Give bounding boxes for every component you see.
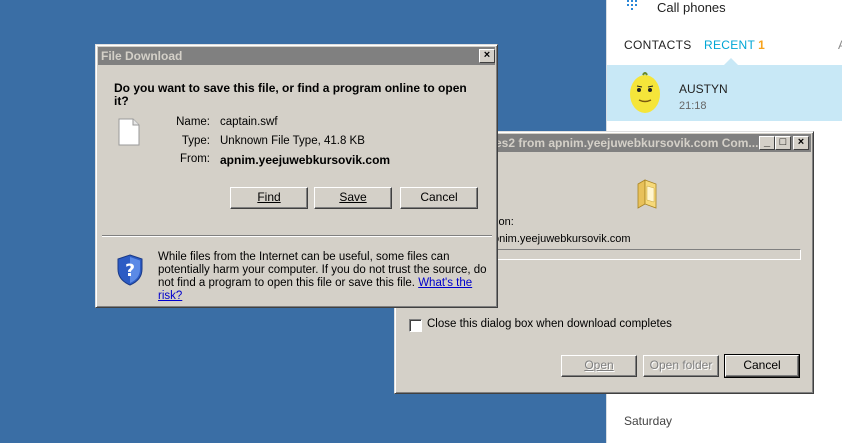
tab-more[interactable]: A	[838, 38, 842, 52]
dialpad-icon	[627, 0, 639, 12]
tab-recent-label: RECENT	[704, 38, 756, 52]
close-when-complete-label: Close this dialog box when download comp…	[427, 318, 672, 330]
progress-cancel-button[interactable]: Cancel	[724, 354, 800, 378]
download-question: Do you want to save this file, or find a…	[114, 81, 467, 108]
find-button[interactable]: Find	[230, 187, 308, 209]
tab-contacts[interactable]: CONTACTS	[624, 38, 692, 52]
shield-icon: ?	[117, 254, 143, 286]
close-when-complete-checkbox[interactable]	[409, 319, 422, 332]
open-folder-button[interactable]: Open folder	[643, 355, 719, 377]
find-button-label: Find	[257, 190, 281, 204]
recent-contact-row[interactable]: AUSTYN 21:18	[607, 65, 842, 121]
open-button-label: Open	[584, 358, 614, 372]
minimize-icon: _	[763, 136, 771, 148]
folder-icon	[637, 179, 657, 209]
download-titlebar[interactable]: File Download ×	[98, 47, 495, 65]
close-icon: ×	[483, 49, 491, 61]
download-cancel-button[interactable]: Cancel	[400, 187, 478, 209]
close-icon: ×	[797, 136, 805, 148]
day-label: Saturday	[624, 414, 673, 428]
file-from-value: apnim.yeejuwebkursovik.com	[220, 153, 391, 167]
maximize-icon: □	[779, 136, 787, 148]
open-folder-button-label: Open folder	[649, 358, 713, 372]
progress-title: es2 from apnim.yeejuwebkursovik.com Com.…	[495, 136, 759, 150]
file-name-label: Name:	[176, 116, 210, 128]
save-button[interactable]: Save	[314, 187, 392, 209]
avatar	[630, 72, 660, 113]
location-value: onim.yeejuwebkursovik.com	[493, 233, 631, 245]
minimize-button[interactable]: _	[759, 136, 775, 150]
download-title: File Download	[101, 49, 183, 63]
security-warning: While files from the Internet can be use…	[158, 251, 488, 303]
call-phones-row[interactable]: Call phones	[607, 0, 842, 18]
contact-time: 21:18	[679, 100, 707, 112]
dialog-separator	[102, 235, 492, 237]
file-type-value: Unknown File Type, 41.8 KB	[220, 135, 365, 147]
download-cancel-label: Cancel	[420, 190, 458, 204]
tab-pointer	[724, 58, 738, 65]
maximize-button[interactable]: □	[775, 136, 791, 150]
skype-tabs: CONTACTS RECENT1 A	[607, 38, 842, 60]
file-download-dialog: File Download × Do you want to save this…	[95, 44, 498, 308]
svg-text:?: ?	[125, 261, 135, 281]
file-icon	[118, 118, 140, 146]
download-progress-bar	[493, 249, 801, 260]
file-type-label: Type:	[181, 135, 210, 147]
file-from-label: From:	[179, 153, 210, 165]
save-button-label: Save	[339, 190, 367, 204]
tab-recent[interactable]: RECENT 1	[704, 38, 765, 52]
download-close-button[interactable]: ×	[479, 49, 495, 63]
progress-cancel-label: Cancel	[743, 358, 781, 372]
file-name-value: captain.swf	[220, 116, 278, 128]
open-button[interactable]: Open	[561, 355, 637, 377]
contact-name: AUSTYN	[679, 82, 728, 96]
call-phones-label: Call phones	[657, 0, 726, 15]
recent-count-badge: 1	[758, 38, 766, 52]
progress-close-button[interactable]: ×	[793, 136, 809, 150]
